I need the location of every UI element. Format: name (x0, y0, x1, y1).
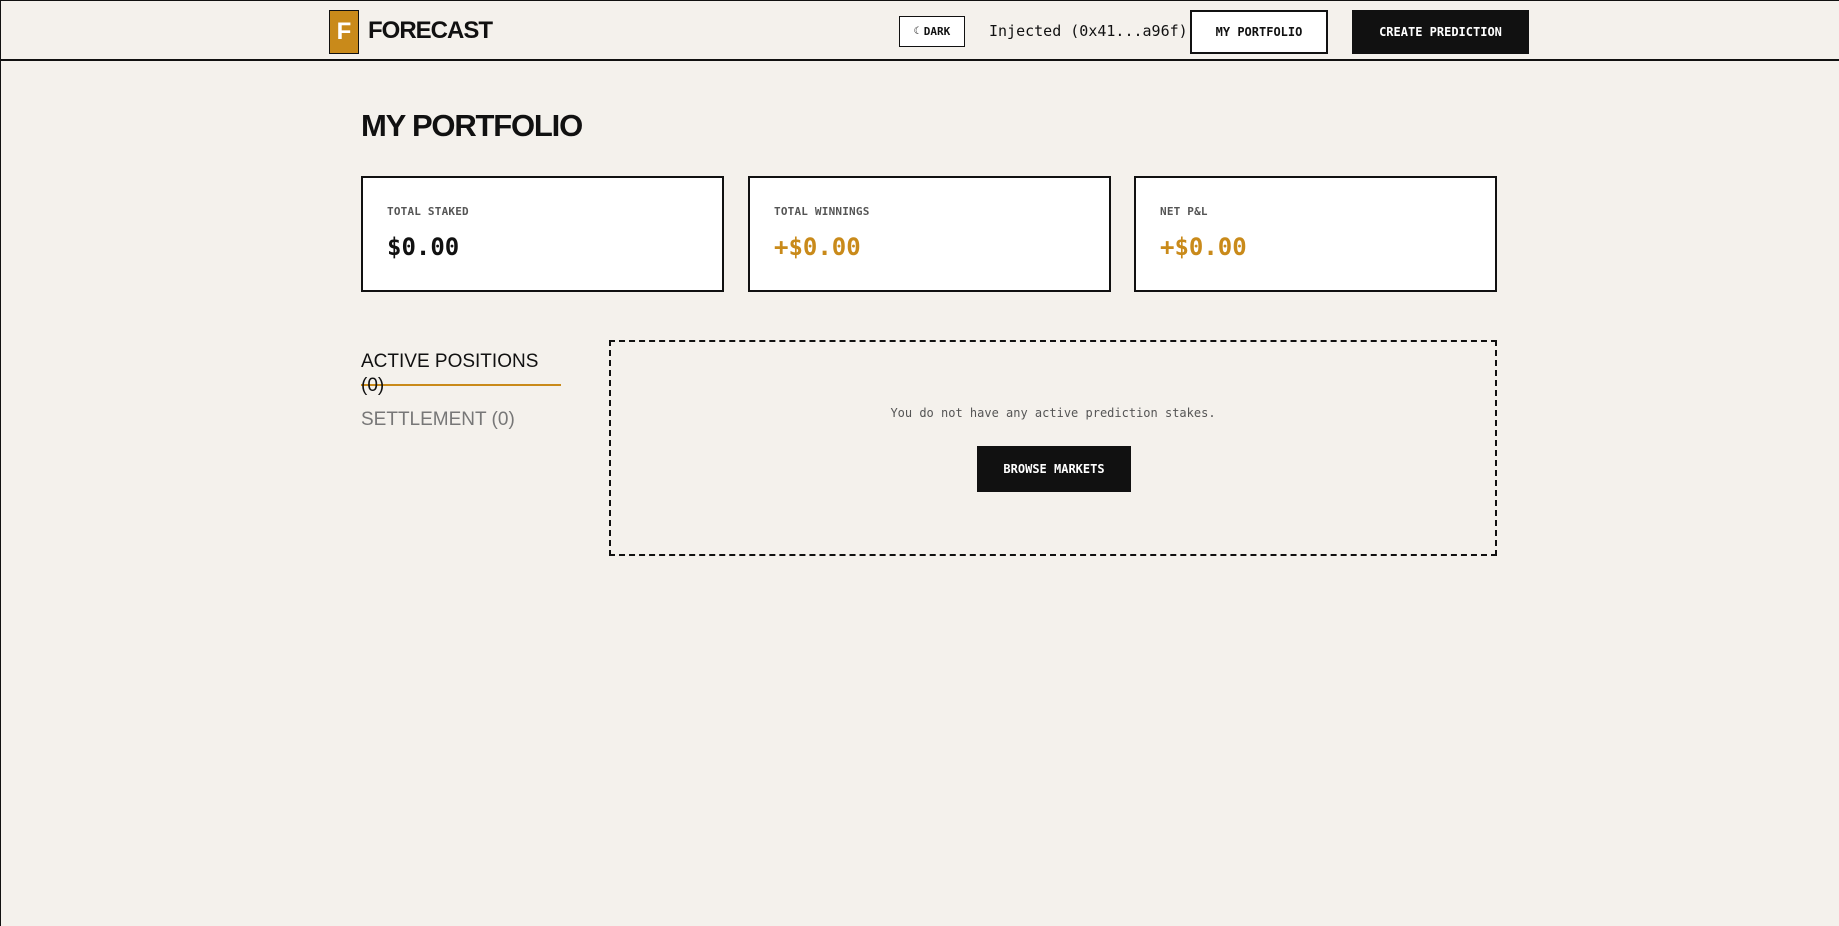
page-title: MY PORTFOLIO (361, 108, 583, 143)
stat-value: +$0.00 (774, 233, 861, 261)
tab-active-positions[interactable]: ACTIVE POSITIONS (0) (361, 350, 561, 396)
moon-icon: ☾ (913, 26, 920, 37)
stat-value: $0.00 (387, 233, 460, 261)
stat-card-total-staked: TOTAL STAKED $0.00 (361, 176, 724, 292)
stat-card-total-winnings: TOTAL WINNINGS +$0.00 (748, 176, 1111, 292)
stat-label: TOTAL WINNINGS (774, 205, 870, 218)
theme-toggle-button[interactable]: ☾ DARK (899, 16, 965, 47)
browse-markets-button[interactable]: BROWSE MARKETS (977, 446, 1131, 492)
empty-state-panel: You do not have any active prediction st… (609, 340, 1497, 556)
theme-toggle-label: DARK (923, 25, 951, 38)
top-nav: F FORECAST ☾ DARK Injected (0x41...a96f)… (1, 0, 1839, 61)
stat-value: +$0.00 (1160, 233, 1247, 261)
app-frame: F FORECAST ☾ DARK Injected (0x41...a96f)… (0, 0, 1839, 926)
logo-mark[interactable]: F (329, 10, 359, 54)
stat-label: TOTAL STAKED (387, 205, 469, 218)
stat-label: NET P&L (1160, 205, 1208, 218)
my-portfolio-button[interactable]: MY PORTFOLIO (1190, 10, 1328, 54)
empty-state-message: You do not have any active prediction st… (890, 406, 1216, 420)
logo-text[interactable]: FORECAST (368, 17, 493, 45)
wallet-address[interactable]: Injected (0x41...a96f) (989, 21, 1188, 41)
tab-settlement[interactable]: SETTLEMENT (0) (361, 408, 515, 432)
create-prediction-button[interactable]: CREATE PREDICTION (1352, 10, 1529, 54)
stat-card-net-pnl: NET P&L +$0.00 (1134, 176, 1497, 292)
